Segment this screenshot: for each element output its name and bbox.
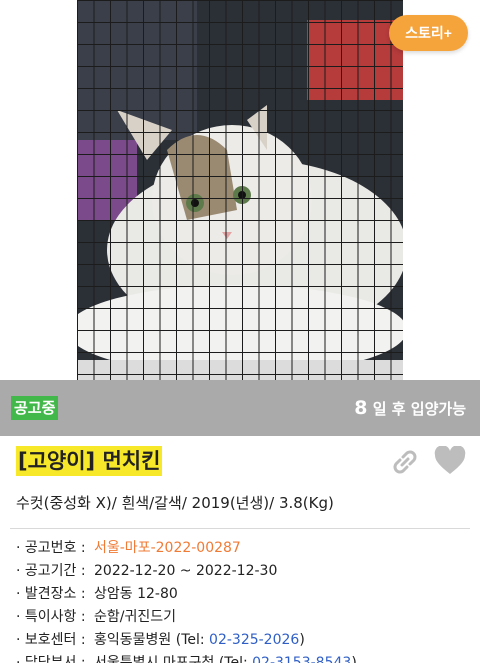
shelter-info: 홍익동물병원 (Tel: 02-325-2026) <box>94 629 305 652</box>
department-suffix: ) <box>351 655 357 663</box>
detail-list: · 공고번호 : 서울-마포-2022-00287 · 공고기간 : 2022-… <box>0 529 480 663</box>
detail-notice-number: · 공고번호 : 서울-마포-2022-00287 <box>16 537 480 560</box>
shelter-name: 홍익동물병원 (Tel: <box>94 632 210 648</box>
animal-title: [고양이] 먼치킨 <box>16 446 163 476</box>
animal-summary: 수컷(중성화 X)/ 흰색/갈색/ 2019(년생)/ 3.8(Kg) <box>16 494 334 512</box>
heart-icon[interactable] <box>434 446 466 476</box>
adoption-availability: 8 일 후 입양가능 <box>354 396 466 421</box>
department-phone-link[interactable]: 02-3153-8543 <box>252 655 351 663</box>
detail-label: · 특이사항 : <box>16 609 86 625</box>
detail-found-location: · 발견장소 : 상암동 12-80 <box>16 583 480 606</box>
detail-notice-period: · 공고기간 : 2022-12-20 ~ 2022-12-30 <box>16 560 480 583</box>
adoption-days-suffix: 일 후 입양가능 <box>367 400 466 418</box>
detail-department: · 담당부서 : 서울특별시 마포구청 (Tel: 02-3153-8543) <box>16 652 480 663</box>
link-icon[interactable] <box>389 446 421 478</box>
department-name: 서울특별시 마포구청 (Tel: <box>94 655 253 663</box>
detail-label: · 보호센터 : <box>16 632 86 648</box>
notice-period: 2022-12-20 ~ 2022-12-30 <box>94 563 278 579</box>
detail-label: · 발견장소 : <box>16 586 86 602</box>
story-button[interactable]: 스토리+ <box>389 15 468 51</box>
animal-photo[interactable] <box>77 0 403 380</box>
animal-photo-section: 스토리+ 공고중 8 일 후 입양가능 <box>0 0 480 436</box>
special-notes: 순함/귀진드기 <box>94 609 176 625</box>
detail-label: · 담당부서 : <box>16 655 86 663</box>
found-location: 상암동 12-80 <box>94 586 178 602</box>
adoption-days: 8 <box>354 397 368 419</box>
detail-label: · 공고기간 : <box>16 563 86 579</box>
detail-special-notes: · 특이사항 : 순함/귀진드기 <box>16 606 480 629</box>
department-info: 서울특별시 마포구청 (Tel: 02-3153-8543) <box>94 652 357 663</box>
shelter-phone-link[interactable]: 02-325-2026 <box>209 632 299 648</box>
shelter-suffix: ) <box>299 632 305 648</box>
notice-number: 서울-마포-2022-00287 <box>94 540 241 556</box>
detail-label: · 공고번호 : <box>16 540 86 556</box>
detail-shelter: · 보호센터 : 홍익동물병원 (Tel: 02-325-2026) <box>16 629 480 652</box>
status-badge: 공고중 <box>11 396 59 420</box>
status-bar: 공고중 8 일 후 입양가능 <box>0 380 480 436</box>
